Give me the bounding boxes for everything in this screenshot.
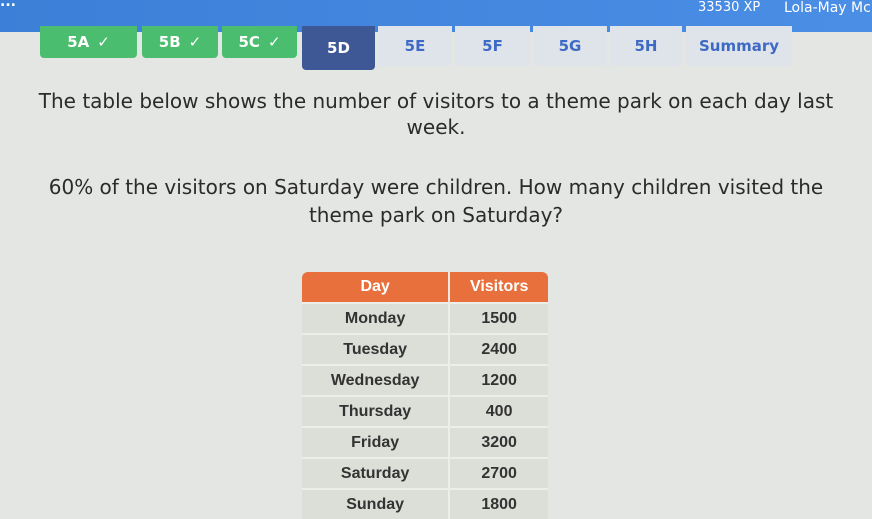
table-row: Monday 1500 — [302, 302, 548, 334]
header-day: Day — [302, 272, 451, 303]
table-row: Tuesday 2400 — [302, 333, 548, 365]
user-name[interactable]: Lola-May Mc — [784, 0, 871, 16]
visitors-cell: 400 — [449, 395, 548, 427]
check-icon: ✓ — [188, 33, 202, 51]
visitors-table: Day Visitors Monday 1500 Tuesday 2400 Wednesd… — [302, 272, 548, 519]
question-text: week. — [406, 115, 466, 139]
visitors-cell: 2700 — [449, 457, 548, 489]
tab-label: 5C — [238, 33, 260, 51]
tab-5e[interactable]: 5E — [378, 26, 452, 66]
visitors-cell: 1500 — [449, 302, 548, 334]
visitors-cell: 2400 — [449, 333, 548, 365]
day-cell: Friday — [302, 426, 451, 458]
tab-5b[interactable]: 5B ✓ — [142, 26, 218, 58]
day-cell: Wednesday — [302, 364, 451, 396]
tab-label: 5G — [558, 37, 582, 55]
check-icon: ✓ — [97, 33, 110, 51]
day-cell: Sunday — [302, 488, 451, 519]
tab-5c[interactable]: 5C ✓ — [222, 26, 297, 58]
visitors-cell: 1200 — [449, 364, 548, 396]
table-row: Friday 3200 — [302, 426, 548, 458]
tab-summary[interactable]: Summary — [686, 26, 792, 66]
day-cell: Thursday — [302, 395, 451, 427]
visitors-cell: 3200 — [449, 426, 548, 458]
tab-5g[interactable]: 5G — [533, 26, 607, 66]
day-cell: Saturday — [302, 457, 451, 489]
tab-5f[interactable]: 5F — [455, 26, 530, 66]
logo: ... — [0, 0, 16, 10]
table-row: Wednesday 1200 — [302, 364, 548, 396]
check-icon: ✓ — [267, 33, 281, 51]
header-visitors: Visitors — [449, 272, 548, 303]
tab-label: Summary — [698, 37, 780, 55]
question-text: theme park on Saturday? — [308, 203, 564, 227]
tab-5a[interactable]: 5A ✓ — [40, 26, 137, 58]
tab-label: 5F — [482, 37, 503, 55]
day-cell: Monday — [302, 302, 451, 334]
tab-5d[interactable]: 5D — [302, 26, 375, 70]
table-row: Sunday 1800 — [302, 488, 548, 519]
tab-label: 5B — [158, 33, 181, 51]
xp-counter: 33530 XP — [698, 0, 761, 15]
tab-label: 5H — [634, 37, 658, 55]
tab-5h[interactable]: 5H — [610, 26, 682, 66]
tab-label: 5E — [404, 37, 426, 55]
table-row: Thursday 400 — [302, 395, 548, 427]
day-cell: Tuesday — [302, 333, 451, 365]
tab-label: 5A — [67, 33, 90, 51]
tab-label: 5D — [327, 39, 350, 57]
table-row: Saturday 2700 — [302, 457, 548, 489]
visitors-cell: 1800 — [449, 488, 548, 519]
